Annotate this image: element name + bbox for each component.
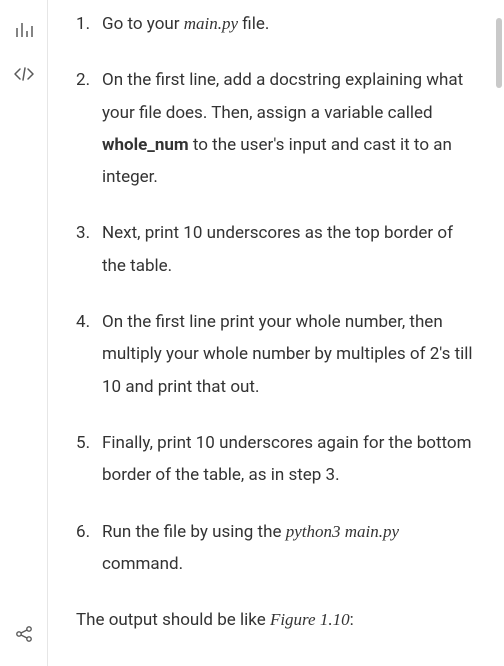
closing-text: The output should be like Figure 1.10: bbox=[76, 604, 476, 636]
step-4: On the first line print your whole numbe… bbox=[76, 306, 476, 403]
step-2-text-a: On the first line, add a docstring expla… bbox=[102, 70, 463, 122]
step-3-text: Next, print 10 underscores as the top bo… bbox=[102, 223, 453, 275]
closing-c: : bbox=[350, 610, 354, 630]
content-area: Go to your main.py file. On the first li… bbox=[48, 0, 504, 666]
closing-figure: Figure 1.10 bbox=[270, 610, 350, 629]
closing-a: The output should be like bbox=[76, 610, 270, 630]
code-icon[interactable] bbox=[8, 58, 40, 90]
step-3: Next, print 10 underscores as the top bo… bbox=[76, 217, 476, 282]
share-icon[interactable] bbox=[8, 618, 40, 650]
step-5-text: Finally, print 10 underscores again for … bbox=[102, 433, 472, 485]
step-1-text-a: Go to your bbox=[102, 14, 184, 34]
step-4-text: On the first line print your whole numbe… bbox=[102, 312, 473, 397]
step-1-file: main.py bbox=[184, 14, 238, 33]
step-2: On the first line, add a docstring expla… bbox=[76, 64, 476, 193]
instruction-list: Go to your main.py file. On the first li… bbox=[76, 8, 476, 580]
step-1: Go to your main.py file. bbox=[76, 8, 476, 40]
step-6: Run the file by using the python3 main.p… bbox=[76, 516, 476, 581]
step-1-text-c: file. bbox=[238, 14, 269, 34]
step-6-cmd: python3 main.py bbox=[286, 522, 399, 541]
scrollbar[interactable] bbox=[496, 18, 502, 88]
sidebar bbox=[0, 0, 48, 666]
chart-icon[interactable] bbox=[8, 14, 40, 46]
step-6-text-c: command. bbox=[102, 554, 183, 574]
step-2-var: whole_num bbox=[102, 135, 189, 155]
step-6-text-a: Run the file by using the bbox=[102, 522, 286, 542]
step-5: Finally, print 10 underscores again for … bbox=[76, 427, 476, 492]
